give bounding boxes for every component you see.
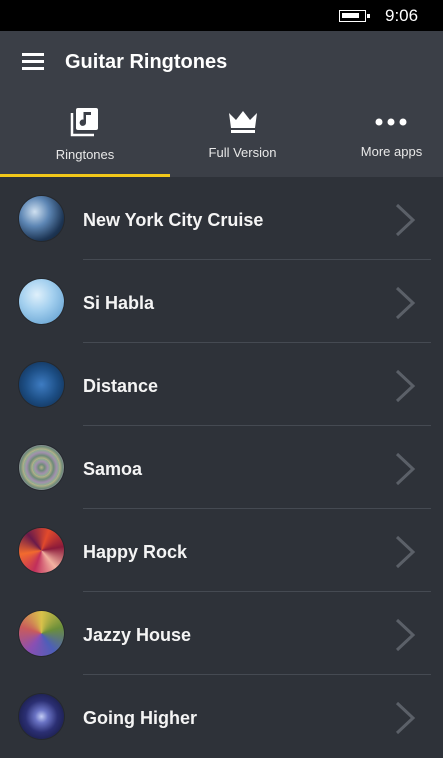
tab-label: Ringtones <box>55 147 115 162</box>
chevron-right-icon <box>395 203 416 237</box>
hamburger-menu-icon[interactable] <box>22 53 44 71</box>
tab-label: Full Version <box>208 145 277 160</box>
list-item[interactable]: Jazzy House <box>0 592 443 675</box>
ringtone-thumbnail <box>19 362 64 407</box>
chevron-right-icon <box>395 369 416 403</box>
ringtone-thumbnail <box>19 279 64 324</box>
tab-full-version[interactable]: Full Version <box>170 107 315 184</box>
ringtone-name: Going Higher <box>83 708 197 728</box>
tab-more-apps[interactable]: More apps <box>330 107 443 184</box>
ringtone-name: New York City Cruise <box>83 210 264 230</box>
ringtone-name: Distance <box>83 376 159 396</box>
ringtone-name: Happy Rock <box>83 542 188 562</box>
ringtone-list: New York City Cruise Si Habla Distance S… <box>0 177 443 758</box>
status-time: 9:06 <box>385 6 419 25</box>
app-header: Guitar Ringtones Ringtones Full Version … <box>0 31 443 177</box>
ringtone-name: Samoa <box>83 459 143 479</box>
ringtone-thumbnail <box>19 611 64 656</box>
list-item[interactable]: Distance <box>0 343 443 426</box>
chevron-right-icon <box>395 452 416 486</box>
list-item[interactable]: Going Higher <box>0 675 443 758</box>
list-item[interactable]: Happy Rock <box>0 509 443 592</box>
ringtone-thumbnail <box>19 694 64 739</box>
ringtone-name: Si Habla <box>83 293 155 313</box>
ringtone-thumbnail <box>19 528 64 573</box>
music-library-icon <box>70 108 98 137</box>
status-bar: 9:06 <box>0 0 443 31</box>
crown-icon <box>229 111 257 133</box>
page-title: Guitar Ringtones <box>65 51 228 73</box>
list-item[interactable]: Si Habla <box>0 260 443 343</box>
chevron-right-icon <box>395 701 416 735</box>
ringtone-thumbnail <box>19 445 64 490</box>
tab-label: More apps <box>360 144 423 159</box>
list-item[interactable]: Samoa <box>0 426 443 509</box>
chevron-right-icon <box>395 618 416 652</box>
chevron-right-icon <box>395 286 416 320</box>
ringtone-thumbnail <box>19 196 64 241</box>
chevron-right-icon <box>395 535 416 569</box>
tab-ringtones[interactable]: Ringtones <box>0 107 170 184</box>
more-dots-icon <box>375 118 407 126</box>
ringtone-name: Jazzy House <box>83 625 192 645</box>
list-item[interactable]: New York City Cruise <box>0 177 443 260</box>
battery-icon <box>339 10 370 22</box>
